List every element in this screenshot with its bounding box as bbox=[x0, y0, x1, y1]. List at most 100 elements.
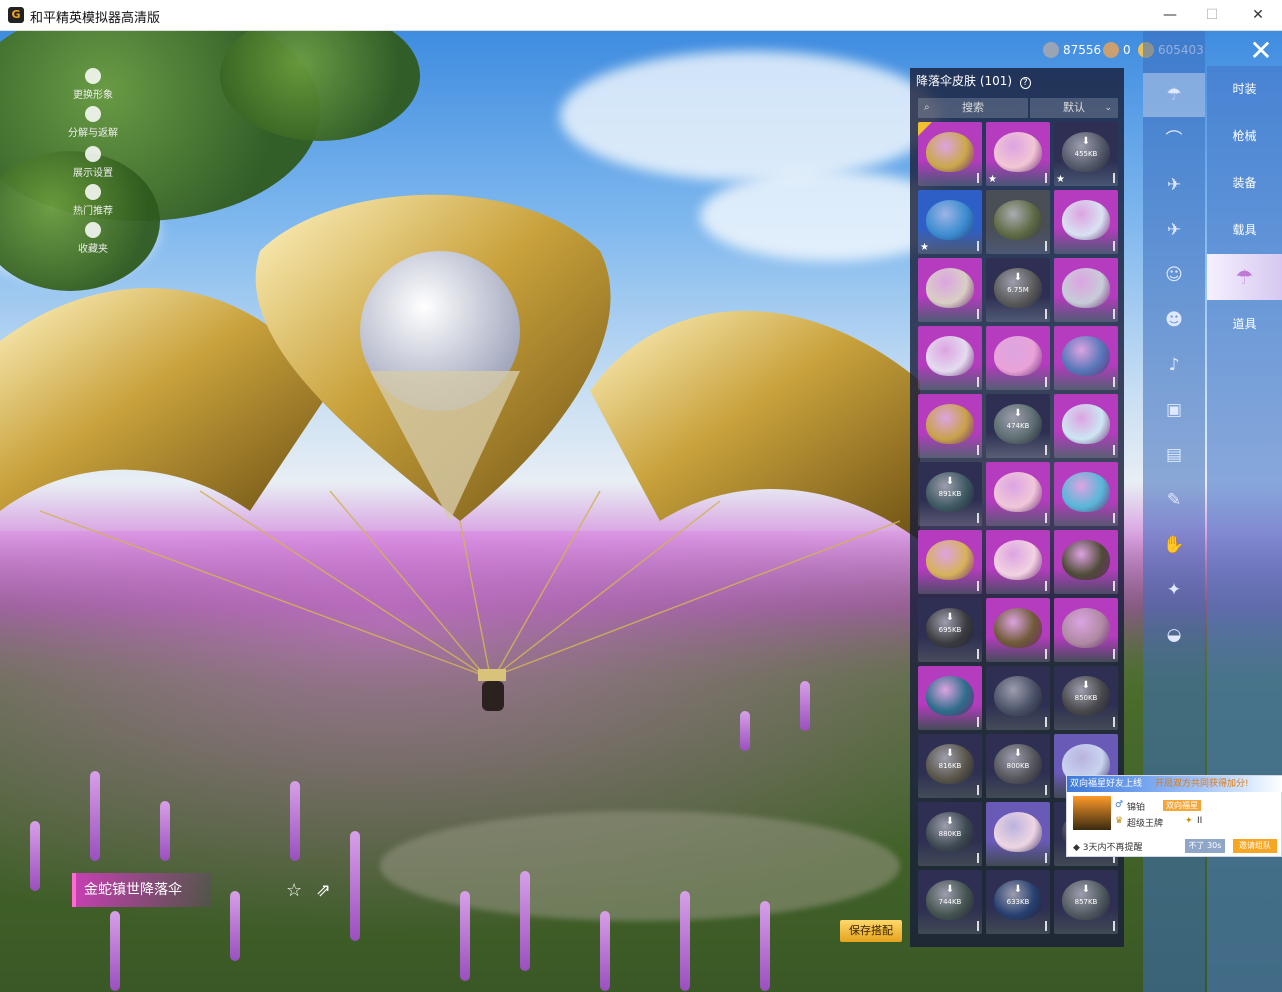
tile-indicator bbox=[977, 377, 979, 387]
category-tab[interactable]: 道具 bbox=[1207, 301, 1282, 347]
skin-tile[interactable]: ★ bbox=[986, 122, 1050, 186]
skin-tile[interactable] bbox=[1054, 394, 1118, 458]
skin-tile[interactable] bbox=[918, 666, 982, 730]
skin-tile[interactable] bbox=[918, 530, 982, 594]
tile-indicator bbox=[1113, 921, 1115, 931]
skin-tile[interactable] bbox=[1054, 530, 1118, 594]
skin-tile[interactable] bbox=[986, 598, 1050, 662]
tile-indicator bbox=[1045, 173, 1047, 183]
skin-tile[interactable] bbox=[1054, 598, 1118, 662]
skin-tile[interactable] bbox=[1054, 258, 1118, 322]
download-icon: ⬇ bbox=[945, 816, 955, 827]
saucer-icon[interactable]: ◒ bbox=[1143, 613, 1205, 657]
skin-tile[interactable] bbox=[918, 122, 982, 186]
skin-tile[interactable]: ⬇ 633KB bbox=[986, 870, 1050, 934]
tile-indicator bbox=[977, 717, 979, 727]
skin-tile[interactable] bbox=[986, 190, 1050, 254]
skin-tile[interactable]: ★ bbox=[918, 190, 982, 254]
skin-tile[interactable]: ⬇ 6.75M bbox=[986, 258, 1050, 322]
category-tab[interactable]: 时装 bbox=[1207, 66, 1282, 112]
skin-tile[interactable] bbox=[986, 802, 1050, 866]
drone-icon[interactable]: ✈ bbox=[1143, 163, 1205, 207]
maximize-button[interactable]: ☐ bbox=[1197, 4, 1227, 26]
tile-indicator bbox=[977, 649, 979, 659]
skin-tile[interactable]: ⬇ 744KB bbox=[918, 870, 982, 934]
tile-indicator bbox=[1045, 309, 1047, 319]
star-icon: ★ bbox=[920, 242, 929, 253]
left-menu-label: 更换形象 bbox=[73, 90, 113, 101]
left-menu-item[interactable]: 分解与返解 bbox=[58, 106, 128, 139]
left-menu-item[interactable]: 更换形象 bbox=[58, 68, 128, 101]
parachute-icon: ☂ bbox=[1235, 265, 1254, 289]
close-window-button[interactable]: ✕ bbox=[1243, 4, 1273, 26]
help-icon[interactable]: ? bbox=[1019, 77, 1031, 89]
category-tab[interactable]: 装备 bbox=[1207, 160, 1282, 206]
tile-indicator bbox=[977, 173, 979, 183]
skin-tile[interactable] bbox=[986, 666, 1050, 730]
cloud bbox=[560, 51, 940, 181]
skin-tile[interactable]: ⬇ 857KB bbox=[1054, 870, 1118, 934]
face-icon[interactable]: ▣ bbox=[1143, 388, 1205, 432]
left-menu-item[interactable]: 收藏夹 bbox=[58, 222, 128, 255]
skin-tile[interactable] bbox=[986, 462, 1050, 526]
skin-tile[interactable] bbox=[1054, 190, 1118, 254]
invite-team-button[interactable]: 邀请组队 bbox=[1233, 839, 1277, 853]
skin-tile[interactable] bbox=[986, 530, 1050, 594]
favorite-star-icon[interactable]: ☆ bbox=[286, 880, 302, 901]
parachute-thumbnail bbox=[926, 200, 974, 240]
skin-tile[interactable]: ⬇ 880KB bbox=[918, 802, 982, 866]
download-icon: ⬇ bbox=[1081, 136, 1091, 147]
search-input[interactable]: ⌕ 搜索 bbox=[918, 98, 1028, 118]
hand-icon[interactable]: ✋ bbox=[1143, 523, 1205, 567]
download-icon: ⬇ bbox=[1013, 884, 1023, 895]
skin-tile[interactable] bbox=[918, 394, 982, 458]
silver-coin-icon bbox=[1043, 42, 1059, 58]
share-icon[interactable]: ⇗ bbox=[316, 880, 331, 901]
lupine-flower bbox=[520, 871, 530, 971]
category-tab[interactable]: 载具 bbox=[1207, 207, 1282, 253]
sort-dropdown[interactable]: 默认 ⌄ bbox=[1030, 98, 1118, 118]
spray-icon[interactable]: ✎ bbox=[1143, 478, 1205, 522]
skin-tile[interactable] bbox=[986, 326, 1050, 390]
skin-tile[interactable]: ⬇ 455KB ★ bbox=[1054, 122, 1118, 186]
download-icon: ⬇ bbox=[1013, 748, 1023, 759]
rank-icon: ♛ bbox=[1115, 816, 1124, 826]
skin-tile[interactable]: ⬇ 850KB bbox=[1054, 666, 1118, 730]
skin-tile[interactable]: ⬇ 474KB bbox=[986, 394, 1050, 458]
download-size: 455KB bbox=[1074, 150, 1098, 158]
skin-tile[interactable]: ⬇ 816KB bbox=[918, 734, 982, 798]
skin-tile[interactable]: ⬇ 891KB bbox=[918, 462, 982, 526]
picture-icon[interactable]: ▤ bbox=[1143, 433, 1205, 477]
speaker-icon[interactable]: ♪ bbox=[1143, 343, 1205, 387]
left-menu-label: 收藏夹 bbox=[78, 244, 108, 255]
close-icon[interactable]: ✕ bbox=[1243, 36, 1279, 66]
skin-tile[interactable] bbox=[1054, 462, 1118, 526]
download-icon: ⬇ bbox=[1081, 680, 1091, 691]
download-size: 850KB bbox=[1074, 694, 1098, 702]
plane-icon[interactable]: ✈ bbox=[1143, 208, 1205, 252]
parachute-thumbnail bbox=[926, 540, 974, 580]
dont-remind-option[interactable]: ◆ 3天内不再提醒 bbox=[1073, 840, 1143, 853]
skin-tile[interactable] bbox=[918, 258, 982, 322]
minimize-button[interactable]: — bbox=[1155, 4, 1185, 26]
left-menu-item[interactable]: 热门推荐 bbox=[58, 184, 128, 217]
parachute-thumbnail bbox=[926, 132, 974, 172]
skin-tile[interactable]: ⬇ 695KB bbox=[918, 598, 982, 662]
skin-tile[interactable] bbox=[918, 326, 982, 390]
save-outfit-button[interactable]: 保存搭配 bbox=[840, 920, 902, 942]
dismiss-button[interactable]: 不了 30s bbox=[1185, 839, 1225, 853]
download-icon: ⬇ bbox=[945, 476, 955, 487]
wand-icon[interactable]: ✦ bbox=[1143, 568, 1205, 612]
skin-tile[interactable]: ⬇ 800KB bbox=[986, 734, 1050, 798]
download-size: 6.75M bbox=[1007, 286, 1029, 294]
person-icon bbox=[85, 68, 101, 84]
skin-tile[interactable] bbox=[1054, 326, 1118, 390]
left-menu-item[interactable]: 展示设置 bbox=[58, 146, 128, 179]
category-tab[interactable]: 枪械 bbox=[1207, 113, 1282, 159]
robot-icon[interactable]: ☻ bbox=[1143, 298, 1205, 342]
item-name: 金蛇镇世降落伞 bbox=[84, 882, 182, 898]
category-parachute-tab[interactable]: ☂ bbox=[1207, 254, 1282, 300]
parachute-icon[interactable]: ☂ bbox=[1143, 73, 1205, 117]
hat-icon[interactable]: ⌒ bbox=[1143, 118, 1205, 162]
emote-icon[interactable]: ☺ bbox=[1143, 253, 1205, 297]
